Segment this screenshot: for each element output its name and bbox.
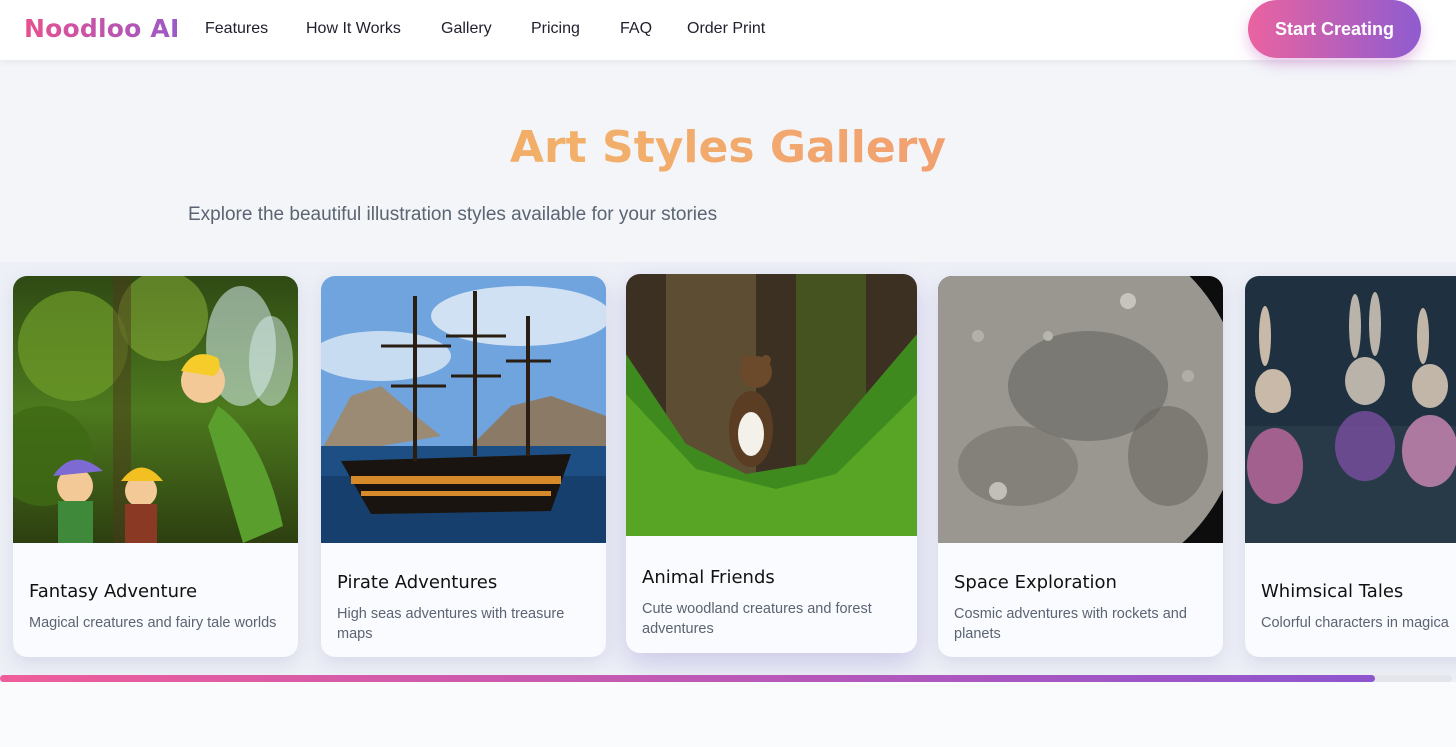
marten-forest-image (626, 274, 917, 536)
crochet-bunnies-image (1245, 276, 1456, 543)
card-title: Whimsical Tales (1261, 581, 1404, 602)
logo[interactable]: Noodloo AI (24, 14, 179, 43)
style-card-fantasy-adventure[interactable]: Fantasy Adventure Magical creatures and … (13, 276, 298, 657)
moon-surface-image (938, 276, 1223, 543)
style-card-space-exploration[interactable]: Space Exploration Cosmic adventures with… (938, 276, 1223, 657)
nav-link-features[interactable]: Features (205, 20, 268, 38)
section-footer-spacer (0, 682, 1456, 747)
card-title: Animal Friends (642, 567, 775, 588)
style-card-animal-friends[interactable]: Animal Friends Cute woodland creatures a… (626, 274, 917, 653)
card-description: Cosmic adventures with rockets and plane… (954, 606, 1187, 642)
gallery-subtitle: Explore the beautiful illustration style… (188, 204, 718, 225)
start-creating-button[interactable]: Start Creating (1248, 0, 1421, 58)
card-title: Fantasy Adventure (29, 581, 198, 602)
pirate-ship-image (321, 276, 606, 543)
card-description: High seas adventures with treasure maps (337, 606, 565, 642)
carousel-scroll-progress (0, 675, 1376, 682)
nav-link-order-print[interactable]: Order Print (687, 20, 765, 38)
card-title: Pirate Adventures (337, 572, 498, 593)
nav-link-how-it-works[interactable]: How It Works (306, 20, 401, 38)
site-header: Noodloo AI Features How It Works Gallery… (0, 0, 1456, 60)
fairy-figurines-image (13, 276, 298, 543)
card-description: Colorful characters in magica (1261, 615, 1449, 631)
card-description: Magical creatures and fairy tale worlds (29, 615, 277, 631)
nav-link-faq[interactable]: FAQ (620, 20, 652, 38)
style-card-pirate-adventures[interactable]: Pirate Adventures High seas adventures w… (321, 276, 606, 657)
style-card-whimsical-tales[interactable]: Whimsical Tales Colorful characters in m… (1245, 276, 1456, 657)
card-description: Cute woodland creatures and forest adven… (642, 601, 872, 637)
art-styles-carousel[interactable]: Fantasy Adventure Magical creatures and … (0, 262, 1456, 682)
gallery-title: Art Styles Gallery (0, 122, 1456, 173)
nav-link-pricing[interactable]: Pricing (531, 20, 580, 38)
carousel-scroll-track[interactable] (0, 675, 1452, 682)
card-title: Space Exploration (954, 572, 1117, 593)
nav-link-gallery[interactable]: Gallery (441, 20, 492, 38)
